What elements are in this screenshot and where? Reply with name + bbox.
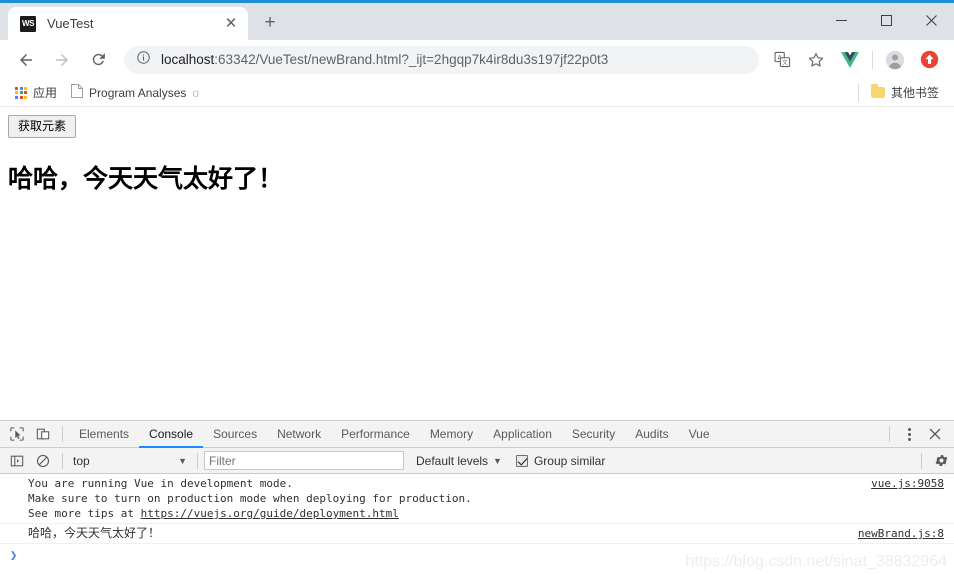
apps-grid-icon <box>15 86 27 99</box>
tab-title: VueTest <box>47 16 94 31</box>
page-heading: 哈哈，今天天气太好了！ <box>8 165 284 193</box>
prompt-arrow-icon: ❯ <box>10 548 18 562</box>
tab-console[interactable]: Console <box>139 421 203 448</box>
console-sidebar-icon[interactable] <box>4 448 30 474</box>
bookmarks-right-group: 其他书签 <box>853 82 946 104</box>
console-context-value: top <box>73 453 90 468</box>
bookmark-other-label: 其他书签 <box>890 86 939 100</box>
console-toolbar: top ▼ Default levels ▼ Group similar <box>0 448 954 474</box>
console-levels-value: Default levels <box>416 453 489 468</box>
console-line: You are running Vue in development mode. <box>28 477 293 490</box>
console-source-link[interactable]: vue.js:9058 <box>871 476 944 491</box>
bookmark-apps[interactable]: 应用 <box>8 82 64 104</box>
devtools-tabbar: Elements Console Sources Network Perform… <box>0 421 954 448</box>
get-element-button[interactable]: 获取元素 <box>8 115 77 138</box>
tab-memory[interactable]: Memory <box>420 421 483 448</box>
url-path: :63342/VueTest/newBrand.html?_ijt=2hgqp7… <box>214 52 609 67</box>
bookmark-label-overflow: o <box>192 85 200 100</box>
close-devtools-icon[interactable] <box>922 421 948 447</box>
url-host: localhost <box>161 52 215 67</box>
tab-vue[interactable]: Vue <box>679 421 720 448</box>
console-line: 哈哈，今天天气太好了！ <box>28 526 161 540</box>
page-viewport: 获取元素 哈哈，今天天气太好了！ <box>0 107 954 416</box>
device-toolbar-icon[interactable] <box>30 421 56 447</box>
maximize-icon[interactable] <box>864 3 909 37</box>
devtools-right-divider <box>889 426 890 442</box>
window-controls <box>819 3 954 37</box>
document-icon <box>71 84 84 101</box>
console-message-vue[interactable]: You are running Vue in development mode.… <box>0 474 954 524</box>
bookmarks-bar: 应用 Program Analyses o 其他书签 <box>0 79 954 107</box>
console-toolbar-divider <box>62 452 63 469</box>
info-circle-icon[interactable] <box>136 50 152 70</box>
watermark: https://blog.csdn.net/sinat_38832964 <box>685 553 947 570</box>
browser-tab-vuetest[interactable]: WS VueTest ✕ <box>8 7 248 40</box>
minimize-icon[interactable] <box>819 3 864 37</box>
tab-application[interactable]: Application <box>483 421 562 448</box>
console-gear-divider <box>921 452 922 469</box>
devtools-tabbar-right <box>883 421 954 447</box>
new-tab-button[interactable]: + <box>256 9 284 37</box>
console-filter-input[interactable] <box>204 451 404 470</box>
tab-security[interactable]: Security <box>562 421 625 448</box>
tab-sources[interactable]: Sources <box>203 421 267 448</box>
tab-elements[interactable]: Elements <box>69 421 139 448</box>
tab-performance[interactable]: Performance <box>331 421 420 448</box>
devtools-divider <box>62 426 63 442</box>
group-similar-toggle[interactable]: Group similar <box>515 453 606 468</box>
folder-icon <box>870 84 885 98</box>
bookmarks-divider <box>857 83 859 102</box>
address-bar[interactable]: localhost:63342/VueTest/newBrand.html?_i… <box>124 45 759 74</box>
update-arrow-icon[interactable] <box>915 46 943 74</box>
inspect-element-icon[interactable] <box>4 421 30 447</box>
console-message-log[interactable]: 哈哈，今天天气太好了！ newBrand.js:8 <box>0 524 954 544</box>
tab-strip: WS VueTest ✕ + <box>0 3 954 40</box>
reload-icon[interactable] <box>84 46 112 74</box>
forward-arrow-icon[interactable] <box>48 46 76 74</box>
console-line: Make sure to turn on production mode whe… <box>28 492 472 505</box>
console-line-with-link: See more tips at https://vuejs.org/guide… <box>28 506 944 521</box>
bookmark-apps-label: 应用 <box>33 86 58 100</box>
settings-gear-icon[interactable] <box>928 448 954 474</box>
chevron-down-icon: ▼ <box>178 455 187 466</box>
clear-console-icon[interactable] <box>30 448 56 474</box>
console-levels-select[interactable]: Default levels ▼ <box>416 454 502 468</box>
browser-window: WS VueTest ✕ + localhost:63342/VueTest/n… <box>0 0 954 575</box>
back-arrow-icon[interactable] <box>12 46 40 74</box>
bookmark-star-icon[interactable] <box>802 46 830 74</box>
bookmark-program-analyses[interactable]: Program Analyses o <box>64 82 206 104</box>
close-tab-icon[interactable]: ✕ <box>222 15 240 33</box>
profile-avatar-icon[interactable] <box>881 46 909 74</box>
group-similar-checkbox[interactable] <box>515 454 528 467</box>
group-similar-label: Group similar <box>533 453 606 468</box>
close-window-icon[interactable] <box>909 3 954 37</box>
address-bar-url: localhost:63342/VueTest/newBrand.html?_i… <box>161 52 608 67</box>
translate-icon[interactable]: A 文 <box>768 46 796 74</box>
console-source-link[interactable]: newBrand.js:8 <box>858 526 944 541</box>
console-context-select[interactable]: top ▼ <box>69 451 191 470</box>
browser-toolbar: localhost:63342/VueTest/newBrand.html?_i… <box>0 40 954 79</box>
vue-deployment-link[interactable]: https://vuejs.org/guide/deployment.html <box>141 507 399 520</box>
toolbar-divider <box>872 50 873 69</box>
devtools-panel: Elements Console Sources Network Perform… <box>0 420 954 575</box>
webstorm-favicon: WS <box>20 15 36 32</box>
chevron-down-icon-levels: ▼ <box>493 455 502 466</box>
console-line-text: See more tips at <box>28 507 141 520</box>
bookmark-other-folder[interactable]: 其他书签 <box>864 82 946 104</box>
tab-audits[interactable]: Audits <box>625 421 678 448</box>
console-settings-group <box>915 448 954 474</box>
tab-network[interactable]: Network <box>267 421 331 448</box>
bookmark-label: Program Analyses <box>89 85 187 100</box>
console-message-list[interactable]: You are running Vue in development mode.… <box>0 474 954 575</box>
more-options-icon[interactable] <box>896 421 922 447</box>
vue-devtools-icon[interactable] <box>836 46 864 74</box>
console-toolbar-divider-2 <box>197 452 198 469</box>
